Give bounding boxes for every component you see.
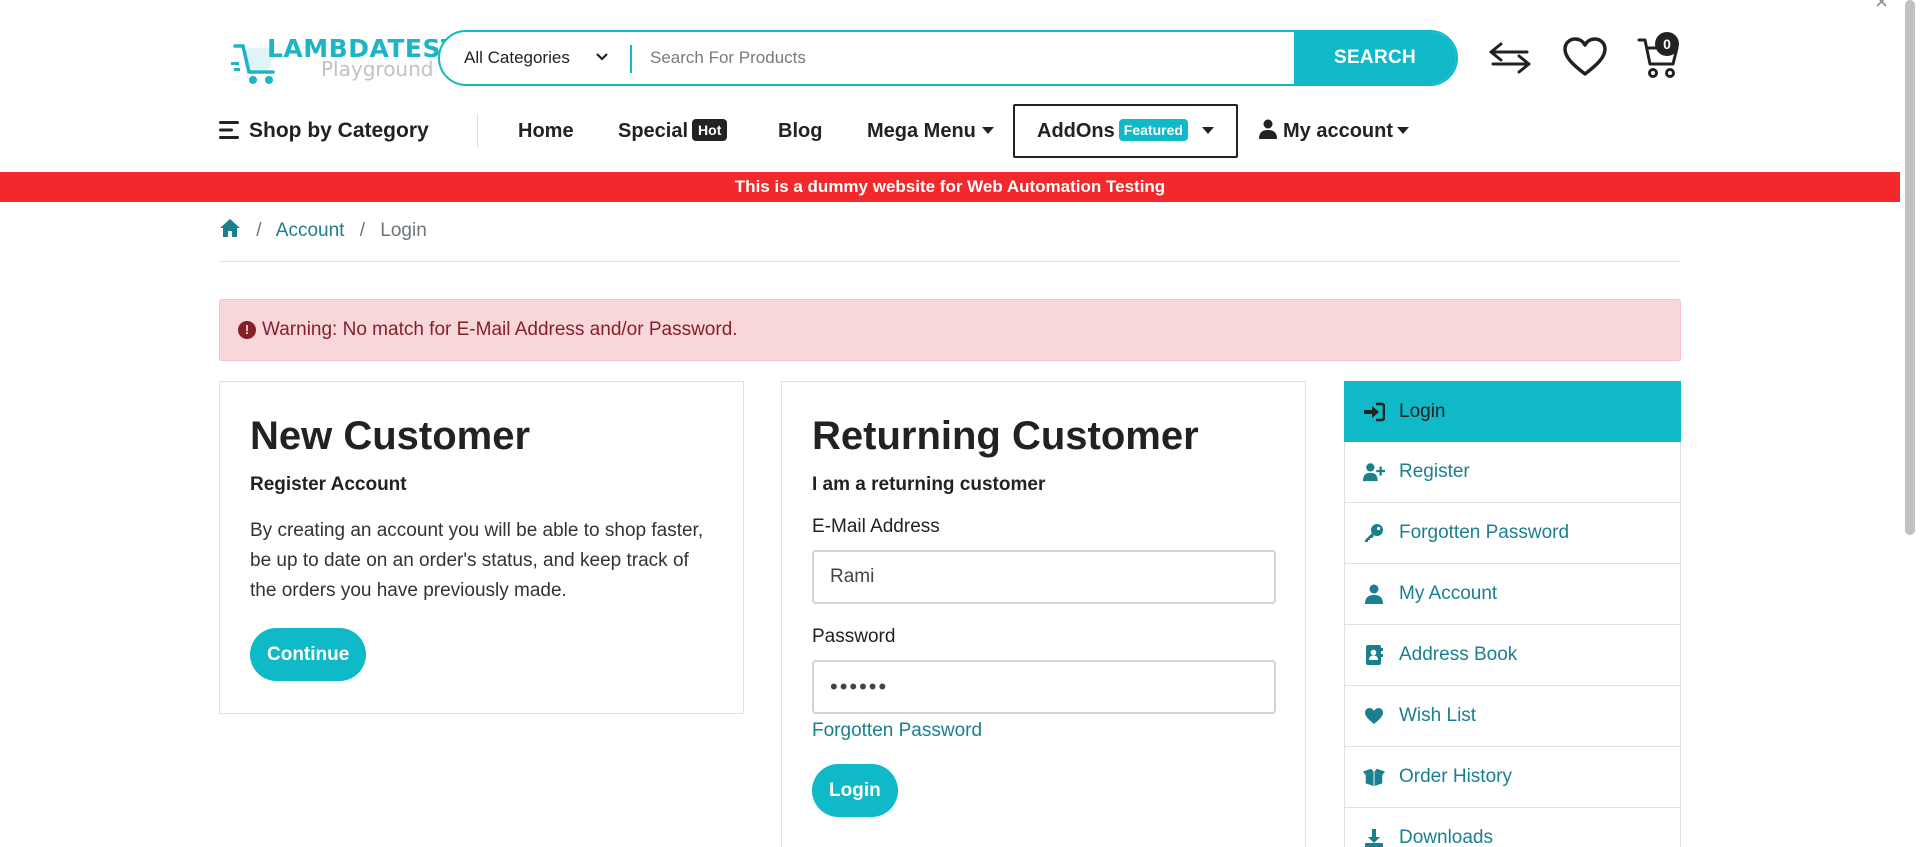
sidemenu-item-my-account[interactable]: My Account bbox=[1344, 564, 1681, 625]
sidemenu-label: Register bbox=[1399, 461, 1470, 482]
sidemenu-label: Downloads bbox=[1399, 827, 1493, 847]
heart-icon bbox=[1363, 705, 1385, 727]
exclamation-circle-icon: ! bbox=[238, 321, 256, 339]
nav-shop-by-category[interactable]: Shop by Category bbox=[219, 104, 429, 158]
nav-mega-menu-label: Mega Menu bbox=[867, 120, 976, 142]
hot-badge: Hot bbox=[692, 119, 728, 141]
returning-customer-subtitle: I am a returning customer bbox=[812, 474, 1046, 495]
nav-shop-by-category-label: Shop by Category bbox=[249, 119, 429, 142]
home-icon[interactable] bbox=[219, 218, 241, 238]
category-select-label: All Categories bbox=[464, 48, 570, 67]
search-separator bbox=[630, 45, 632, 73]
search-button[interactable]: SEARCH bbox=[1294, 32, 1456, 84]
caret-down-icon bbox=[1397, 127, 1410, 134]
nav-divider bbox=[477, 114, 478, 148]
search-input[interactable] bbox=[650, 32, 1240, 84]
vertical-scrollbar[interactable] bbox=[1900, 0, 1920, 847]
user-icon bbox=[1363, 583, 1385, 605]
returning-customer-title: Returning Customer bbox=[812, 414, 1199, 458]
nav-my-account[interactable]: My account bbox=[1259, 104, 1410, 158]
login-button[interactable]: Login bbox=[812, 764, 898, 817]
breadcrumb-account[interactable]: Account bbox=[276, 220, 345, 241]
box-open-icon bbox=[1363, 766, 1385, 788]
nav-special-label: Special bbox=[618, 120, 689, 142]
logo-subtitle: Playground bbox=[321, 57, 434, 81]
download-icon bbox=[1363, 827, 1385, 847]
new-customer-subtitle: Register Account bbox=[250, 474, 407, 495]
sidemenu-label: Address Book bbox=[1399, 644, 1518, 665]
notice-banner: This is a dummy website for Web Automati… bbox=[0, 172, 1900, 202]
returning-customer-card: Returning Customer I am a returning cust… bbox=[781, 381, 1306, 847]
forgotten-password-link[interactable]: Forgotten Password bbox=[812, 720, 982, 741]
logo[interactable]: LAMBDATEST Playground bbox=[231, 30, 458, 90]
key-icon bbox=[1363, 522, 1385, 544]
sign-in-icon bbox=[1363, 401, 1385, 423]
warning-alert-text: Warning: No match for E-Mail Address and… bbox=[262, 319, 738, 340]
email-field[interactable] bbox=[812, 550, 1276, 604]
address-book-icon bbox=[1363, 644, 1385, 666]
nav-home[interactable]: Home bbox=[518, 104, 574, 158]
scrollbar-thumb[interactable] bbox=[1905, 0, 1915, 535]
sidemenu-item-downloads[interactable]: Downloads bbox=[1344, 808, 1681, 847]
nav-addons-label: AddOns bbox=[1037, 120, 1115, 142]
menu-bars-icon bbox=[219, 121, 239, 139]
nav-blog[interactable]: Blog bbox=[778, 104, 822, 158]
nav-my-account-label: My account bbox=[1283, 120, 1394, 142]
search-bar: All Categories SEARCH bbox=[438, 30, 1458, 86]
sidemenu-item-register[interactable]: Register bbox=[1344, 442, 1681, 503]
sidemenu-label: Forgotten Password bbox=[1399, 522, 1570, 543]
user-icon bbox=[1259, 119, 1277, 139]
sidemenu-label: Order History bbox=[1399, 766, 1512, 787]
sidemenu-item-order-history[interactable]: Order History bbox=[1344, 747, 1681, 808]
account-side-menu: Login Register Forgotten Password My Acc… bbox=[1344, 381, 1681, 847]
breadcrumb: / Account / Login bbox=[219, 214, 427, 248]
sidemenu-item-wish-list[interactable]: Wish List bbox=[1344, 686, 1681, 747]
sidemenu-item-address-book[interactable]: Address Book bbox=[1344, 625, 1681, 686]
continue-button[interactable]: Continue bbox=[250, 628, 367, 681]
category-select[interactable]: All Categories bbox=[440, 32, 630, 84]
sidemenu-item-login[interactable]: Login bbox=[1344, 381, 1681, 442]
chevron-down-icon bbox=[596, 53, 608, 61]
password-label: Password bbox=[812, 626, 896, 647]
sidemenu-label: My Account bbox=[1399, 583, 1498, 604]
breadcrumb-current: Login bbox=[380, 220, 427, 241]
password-field[interactable] bbox=[812, 660, 1276, 714]
caret-down-icon bbox=[1201, 127, 1214, 134]
warning-alert: ! Warning: No match for E-Mail Address an… bbox=[219, 299, 1681, 361]
main-nav: Shop by Category Home Special Hot Blog Me… bbox=[219, 104, 1681, 158]
sidemenu-item-forgotten-password[interactable]: Forgotten Password bbox=[1344, 503, 1681, 564]
cart-count-badge: 0 bbox=[1655, 32, 1679, 56]
new-customer-title: New Customer bbox=[250, 414, 531, 458]
nav-addons[interactable]: AddOns Featured bbox=[1037, 104, 1214, 158]
email-label: E-Mail Address bbox=[812, 516, 940, 537]
sidemenu-label: Login bbox=[1399, 400, 1446, 422]
nav-mega-menu[interactable]: Mega Menu bbox=[867, 104, 994, 158]
breadcrumb-separator: / bbox=[256, 220, 262, 241]
breadcrumb-separator: / bbox=[359, 220, 366, 241]
breadcrumb-divider bbox=[219, 261, 1681, 262]
user-plus-icon bbox=[1363, 461, 1385, 483]
new-customer-description: By creating an account you will be able … bbox=[250, 520, 704, 601]
page: LAMBDATEST Playground All Categories SEA… bbox=[0, 0, 1900, 847]
nav-special[interactable]: Special Hot bbox=[618, 104, 728, 158]
caret-down-icon bbox=[981, 127, 994, 134]
wishlist-heart-icon[interactable] bbox=[1562, 36, 1608, 78]
new-customer-card: New Customer Register Account By creatin… bbox=[219, 381, 744, 714]
close-icon[interactable]: × bbox=[1875, 0, 1888, 13]
featured-badge: Featured bbox=[1118, 119, 1188, 141]
sidemenu-label: Wish List bbox=[1399, 705, 1477, 726]
compare-icon[interactable] bbox=[1487, 38, 1533, 78]
header: LAMBDATEST Playground All Categories SEA… bbox=[219, 28, 1681, 88]
